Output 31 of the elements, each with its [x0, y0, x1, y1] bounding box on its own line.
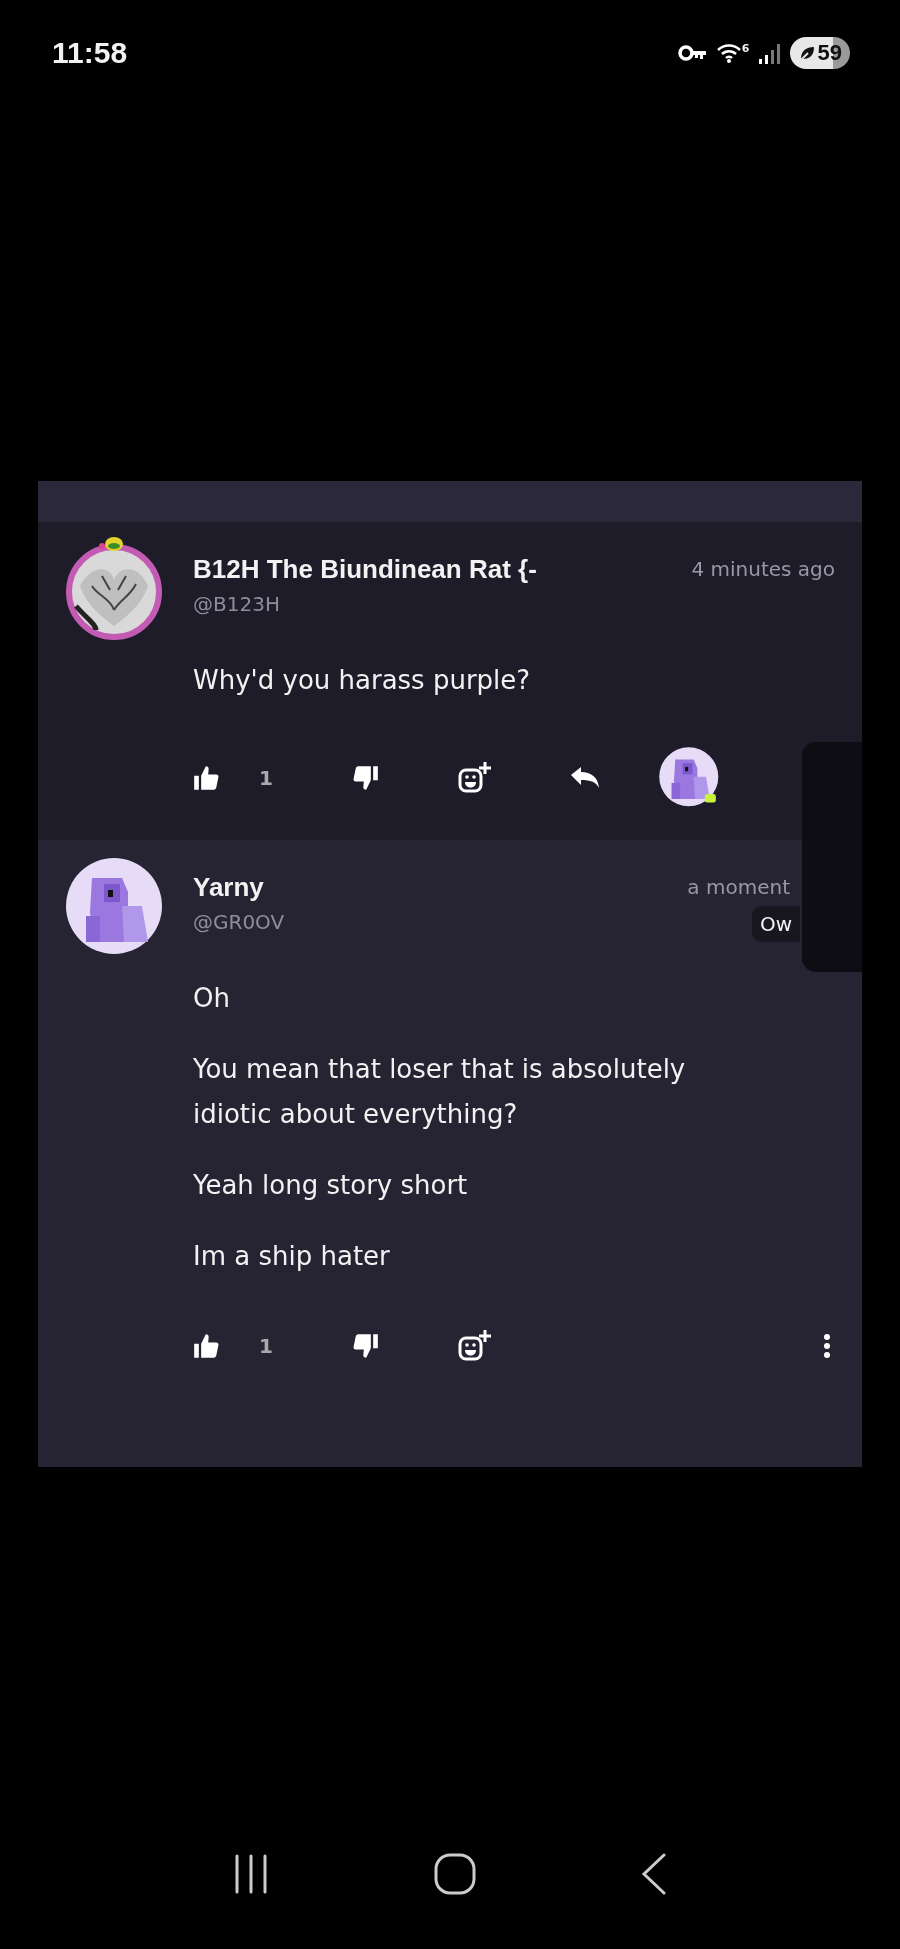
comment-text: Oh [193, 982, 231, 1015]
react-button[interactable] [456, 761, 491, 795]
add-emoji-icon [456, 761, 491, 795]
add-emoji-icon [456, 1329, 491, 1363]
more-button[interactable] [823, 1333, 831, 1359]
react-button[interactable] [456, 1329, 491, 1363]
comment-text: Why'd you harass purple? [193, 664, 532, 697]
like-button[interactable]: 1 [193, 1333, 273, 1359]
tag-label: Ow [751, 906, 800, 942]
comment-text: You mean that loser that is absolutely idiotic about everything? [193, 1053, 687, 1131]
like-button[interactable]: 1 [193, 765, 273, 791]
author-name[interactable]: Yarny [193, 870, 688, 904]
clock: 11:58 [52, 35, 128, 70]
comment-text: Im a ship hater [193, 1240, 391, 1273]
wifi-label: 6 [741, 41, 750, 55]
thumbs-up-icon [193, 765, 221, 791]
thumbs-up-icon [193, 1333, 221, 1359]
user-handle: @B123H [193, 591, 281, 618]
timestamp: 4 minutes ago [691, 556, 835, 583]
user-handle: @GR0OV [193, 909, 286, 936]
back-button[interactable] [641, 1853, 668, 1895]
battery-level: 59 [817, 39, 842, 66]
key-icon [677, 44, 708, 61]
like-count: 1 [259, 1334, 273, 1358]
author-name[interactable]: B12H The Biundinean Rat {- [193, 552, 692, 586]
home-button[interactable] [434, 1853, 476, 1895]
comment-text: Yeah long story short [193, 1169, 469, 1202]
timestamp: a moment [687, 874, 790, 901]
wifi-icon [715, 41, 742, 64]
like-count: 1 [259, 766, 273, 790]
more-icon [823, 1333, 831, 1359]
